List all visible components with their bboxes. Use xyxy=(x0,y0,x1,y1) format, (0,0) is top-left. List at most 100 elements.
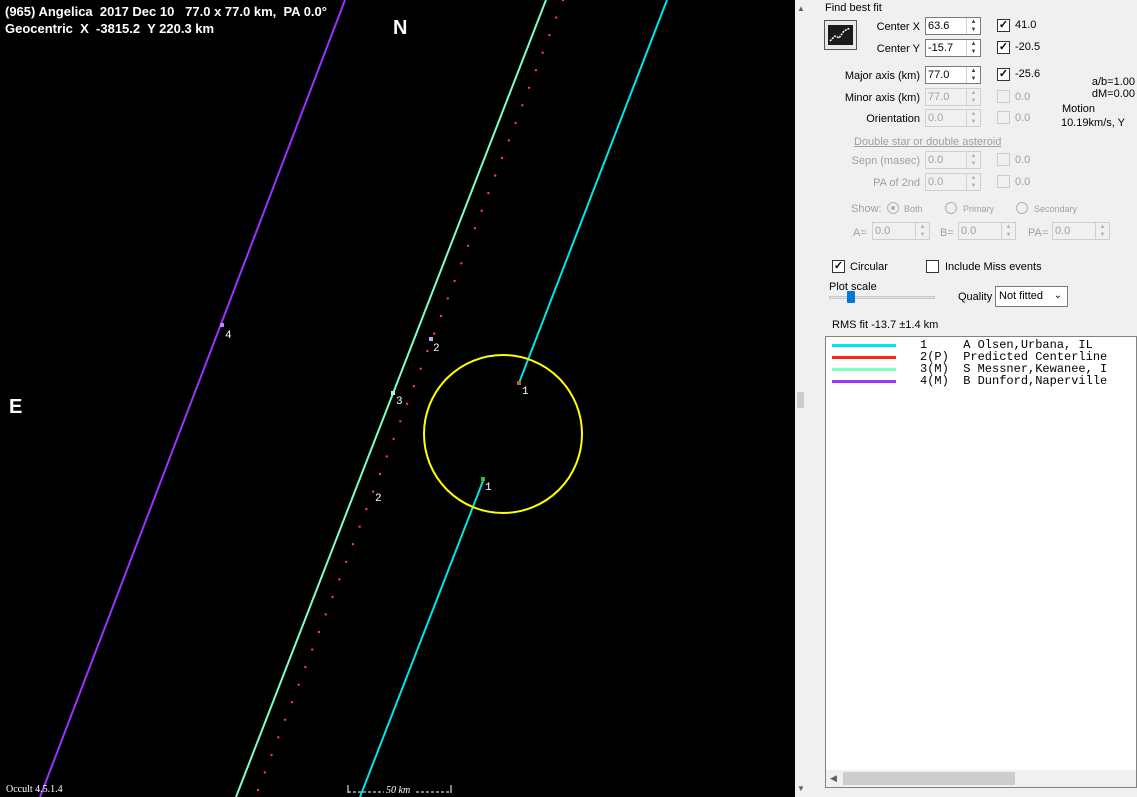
spin-down-icon[interactable]: ▼ xyxy=(967,48,980,56)
pa-value: 0.0 xyxy=(1055,225,1071,237)
predicted-centerline-dot xyxy=(270,753,273,757)
b-input[interactable]: 0.0 ▲ ▼ xyxy=(958,222,1016,240)
horizontal-scrollbar[interactable]: ◀ xyxy=(826,770,1136,787)
pred-label-bottom: 2 xyxy=(375,493,382,505)
asteroid-profile-ellipse xyxy=(423,354,583,514)
show-secondary-radio[interactable] xyxy=(1016,202,1028,214)
chevron-down-icon: ⌄ xyxy=(1053,290,1062,301)
orientation-checkbox[interactable] xyxy=(997,111,1010,124)
spin-down-icon[interactable]: ▼ xyxy=(967,97,980,105)
predicted-centerline-dot xyxy=(419,367,422,370)
circular-checkbox[interactable]: ✓ xyxy=(832,260,845,273)
scroll-up-icon[interactable]: ▲ xyxy=(796,4,806,14)
predicted-centerline-dot xyxy=(426,349,429,353)
spin-up-icon[interactable]: ▲ xyxy=(1096,223,1109,231)
rms-fit: RMS fit -13.7 ±1.4 km xyxy=(832,319,939,331)
predicted-centerline-dot xyxy=(541,51,544,54)
list-item[interactable]: 4(M) B Dunford,Naperville xyxy=(826,375,1136,387)
major-axis-label: Major axis (km) xyxy=(844,70,920,82)
b-label: B= xyxy=(940,227,954,239)
show-primary-radio[interactable] xyxy=(945,202,957,214)
double-star-title: Double star or double asteroid xyxy=(854,136,1002,148)
sepn-fit: 0.0 xyxy=(1015,154,1031,166)
predicted-centerline-dot xyxy=(263,771,266,774)
scroll-down-icon[interactable]: ▼ xyxy=(796,784,806,794)
sepn-checkbox[interactable] xyxy=(997,153,1010,166)
pa-input[interactable]: 0.0 ▲ ▼ xyxy=(1052,222,1110,240)
plot-scale-slider-thumb[interactable] xyxy=(847,291,855,303)
spin-up-icon[interactable]: ▲ xyxy=(967,67,980,75)
spin-down-icon[interactable]: ▼ xyxy=(967,118,980,126)
spin-down-icon[interactable]: ▼ xyxy=(967,182,980,190)
quality-dropdown[interactable]: Not fitted ⌄ xyxy=(995,286,1068,307)
version-label: Occult 4.5.1.4 xyxy=(6,784,63,795)
spin-up-icon[interactable]: ▲ xyxy=(967,110,980,118)
spin-down-icon[interactable]: ▼ xyxy=(1096,231,1109,239)
major-axis-checkbox[interactable]: ✓ xyxy=(997,68,1010,81)
predicted-centerline-dots xyxy=(256,0,565,792)
pa2nd-checkbox[interactable] xyxy=(997,175,1010,188)
chord-4-marker xyxy=(220,323,224,327)
show-both-radio[interactable] xyxy=(887,202,899,214)
horizontal-scroll-thumb[interactable] xyxy=(843,772,1015,785)
pa2nd-input[interactable]: 0.0 ▲ ▼ xyxy=(925,173,981,191)
axis-ratio: a/b=1.00 xyxy=(1091,76,1135,88)
include-miss-checkbox[interactable] xyxy=(926,260,939,273)
sepn-input[interactable]: 0.0 ▲ ▼ xyxy=(925,151,981,169)
scroll-left-icon[interactable]: ◀ xyxy=(830,773,837,784)
center-y-input[interactable]: -15.7 ▲ ▼ xyxy=(925,39,981,57)
north-label: N xyxy=(393,17,408,39)
observers-list[interactable]: 1 A Olsen,Urbana, IL 2(P) Predicted Cent… xyxy=(825,336,1137,788)
predicted-centerline-dot xyxy=(311,648,314,651)
sepn-label: Sepn (masec) xyxy=(851,155,920,167)
scroll-thumb[interactable] xyxy=(797,392,804,408)
spin-up-icon[interactable]: ▲ xyxy=(967,18,980,26)
spin-up-icon[interactable]: ▲ xyxy=(1002,223,1015,231)
center-y-checkbox[interactable]: ✓ xyxy=(997,41,1010,54)
predicted-centerline-dot xyxy=(514,121,517,125)
scale-label: 50 km xyxy=(386,785,411,796)
occultation-plot[interactable]: 4 3 2 2 1 1 (965) Angelica 2017 Dec 10 7… xyxy=(0,0,795,797)
quality-label: Quality xyxy=(958,291,993,303)
center-x-input[interactable]: 63.6 ▲ ▼ xyxy=(925,17,981,35)
predicted-centerline-dot xyxy=(399,420,402,423)
spin-up-icon[interactable]: ▲ xyxy=(967,174,980,182)
orientation-input[interactable]: 0.0 ▲ ▼ xyxy=(925,109,981,127)
spin-down-icon[interactable]: ▼ xyxy=(916,231,929,239)
vertical-scrollbar[interactable]: ▲ ▼ xyxy=(795,0,807,797)
predicted-centerline-dot xyxy=(351,543,355,546)
predicted-centerline-dot xyxy=(344,560,348,563)
minor-axis-checkbox[interactable] xyxy=(997,90,1010,103)
quality-value: Not fitted xyxy=(999,290,1044,302)
spin-down-icon[interactable]: ▼ xyxy=(967,75,980,83)
show-label: Show: xyxy=(851,203,882,215)
spin-up-icon[interactable]: ▲ xyxy=(916,223,929,231)
center-x-checkbox[interactable]: ✓ xyxy=(997,19,1010,32)
find-best-fit-label: Find best fit xyxy=(825,2,882,14)
spin-down-icon[interactable]: ▼ xyxy=(1002,231,1015,239)
minor-axis-input[interactable]: 77.0 ▲ ▼ xyxy=(925,88,981,106)
major-axis-input[interactable]: 77.0 ▲ ▼ xyxy=(925,66,981,84)
plot-scale-slider-track[interactable] xyxy=(829,296,935,299)
spin-up-icon[interactable]: ▲ xyxy=(967,89,980,97)
spin-up-icon[interactable]: ▲ xyxy=(967,40,980,48)
major-axis-value: 77.0 xyxy=(928,69,950,81)
chord-4-label: 4 xyxy=(225,330,232,342)
a-input[interactable]: 0.0 ▲ ▼ xyxy=(872,222,930,240)
spin-down-icon[interactable]: ▼ xyxy=(967,160,980,168)
line-color-swatch xyxy=(832,380,896,383)
predicted-centerline-dot xyxy=(521,104,524,107)
center-y-fit: -20.5 xyxy=(1015,41,1041,53)
chord-4-line xyxy=(39,0,346,797)
chord-1-marker-top xyxy=(517,381,521,385)
predicted-centerline-dot xyxy=(283,718,287,721)
predicted-centerline-dot xyxy=(290,701,294,704)
predicted-centerline-dot xyxy=(494,174,497,177)
predicted-centerline-dot xyxy=(378,472,382,476)
sepn-value: 0.0 xyxy=(928,154,944,166)
spin-up-icon[interactable]: ▲ xyxy=(967,152,980,160)
spin-down-icon[interactable]: ▼ xyxy=(967,26,980,34)
center-x-label: Center X xyxy=(876,21,920,33)
predicted-centerline-dot xyxy=(548,33,551,37)
predicted-centerline-dot xyxy=(534,69,538,72)
